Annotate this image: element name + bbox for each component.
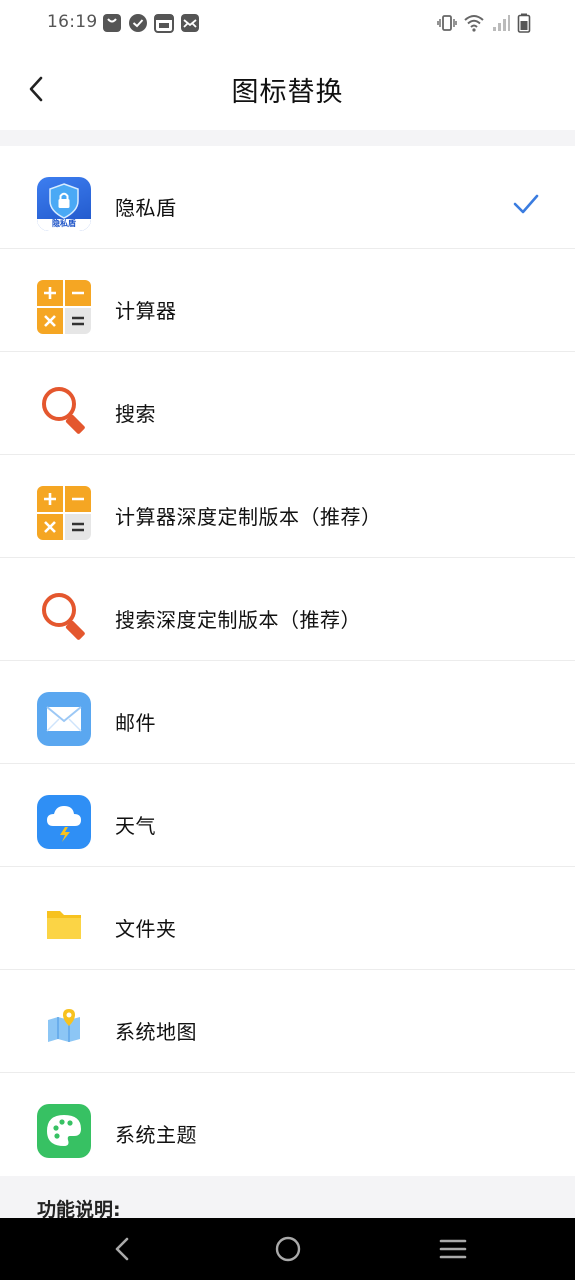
icon-option-label: 天气 bbox=[115, 814, 156, 838]
icon-option-label: 系统地图 bbox=[115, 1020, 197, 1044]
notification-icons bbox=[102, 13, 200, 33]
page-title: 图标替换 bbox=[231, 77, 344, 108]
menu-lines-icon bbox=[439, 1239, 467, 1259]
nav-home-button[interactable] bbox=[268, 1231, 308, 1267]
mail-envelope-icon bbox=[37, 692, 91, 746]
back-triangle-icon bbox=[115, 1237, 129, 1261]
icon-option-search-custom[interactable]: 搜索深度定制版本（推荐） bbox=[0, 558, 575, 661]
calendar-icon bbox=[154, 14, 174, 33]
battery-icon bbox=[517, 13, 531, 33]
privacy-shield-icon-text: 隐私盾 bbox=[52, 219, 76, 228]
magnifier-icon bbox=[37, 383, 91, 437]
folder-icon bbox=[37, 898, 91, 952]
calculator-icon bbox=[37, 486, 91, 540]
signal-icon bbox=[493, 15, 510, 31]
icon-option-label: 搜索深度定制版本（推荐） bbox=[115, 608, 361, 632]
icon-option-label: 邮件 bbox=[115, 711, 156, 735]
icon-option-weather[interactable]: 天气 bbox=[0, 764, 575, 867]
icon-option-search[interactable]: 搜索 bbox=[0, 352, 575, 455]
icon-option-privacy-shield[interactable]: 隐私盾 隐私盾 bbox=[0, 146, 575, 249]
theme-palette-icon bbox=[37, 1104, 91, 1158]
icon-option-label: 隐私盾 bbox=[115, 196, 177, 220]
icon-option-map[interactable]: 系统地图 bbox=[0, 970, 575, 1073]
icon-option-mail[interactable]: 邮件 bbox=[0, 661, 575, 764]
icon-option-folder[interactable]: 文件夹 bbox=[0, 867, 575, 970]
app-header: 图标替换 bbox=[0, 48, 575, 130]
selected-check-icon bbox=[513, 194, 539, 214]
icon-option-label: 计算器 bbox=[115, 299, 177, 323]
check-circle-icon bbox=[129, 14, 147, 32]
weather-cloud-icon bbox=[37, 795, 91, 849]
calculator-icon bbox=[37, 280, 91, 334]
icon-option-label: 计算器深度定制版本（推荐） bbox=[115, 505, 382, 529]
status-time: 16:19 bbox=[47, 12, 98, 32]
icon-option-label: 文件夹 bbox=[115, 917, 177, 941]
icon-option-label: 系统主题 bbox=[115, 1123, 197, 1147]
icon-options-list: 隐私盾 隐私盾 计算器 搜索 计算器深度定制版本（推荐） 搜索深度定制版本（推荐… bbox=[0, 146, 575, 1176]
magnifier-icon bbox=[37, 589, 91, 643]
icon-option-calculator-custom[interactable]: 计算器深度定制版本（推荐） bbox=[0, 455, 575, 558]
vibrate-icon bbox=[437, 15, 457, 31]
privacy-shield-icon: 隐私盾 bbox=[37, 177, 91, 231]
system-status-icons bbox=[437, 13, 531, 33]
mail-icon bbox=[181, 14, 199, 32]
nav-menu-button[interactable] bbox=[433, 1231, 473, 1267]
status-bar: 16:19 bbox=[0, 0, 575, 48]
wifi-icon bbox=[464, 15, 484, 32]
system-nav-bar bbox=[0, 1218, 575, 1280]
icon-option-label: 搜索 bbox=[115, 402, 156, 426]
nav-back-button[interactable] bbox=[102, 1231, 142, 1267]
shopping-bag-icon bbox=[103, 14, 121, 32]
map-icon bbox=[37, 1001, 91, 1055]
icon-option-theme[interactable]: 系统主题 bbox=[0, 1073, 575, 1176]
icon-option-calculator[interactable]: 计算器 bbox=[0, 249, 575, 352]
home-circle-icon bbox=[275, 1236, 301, 1262]
